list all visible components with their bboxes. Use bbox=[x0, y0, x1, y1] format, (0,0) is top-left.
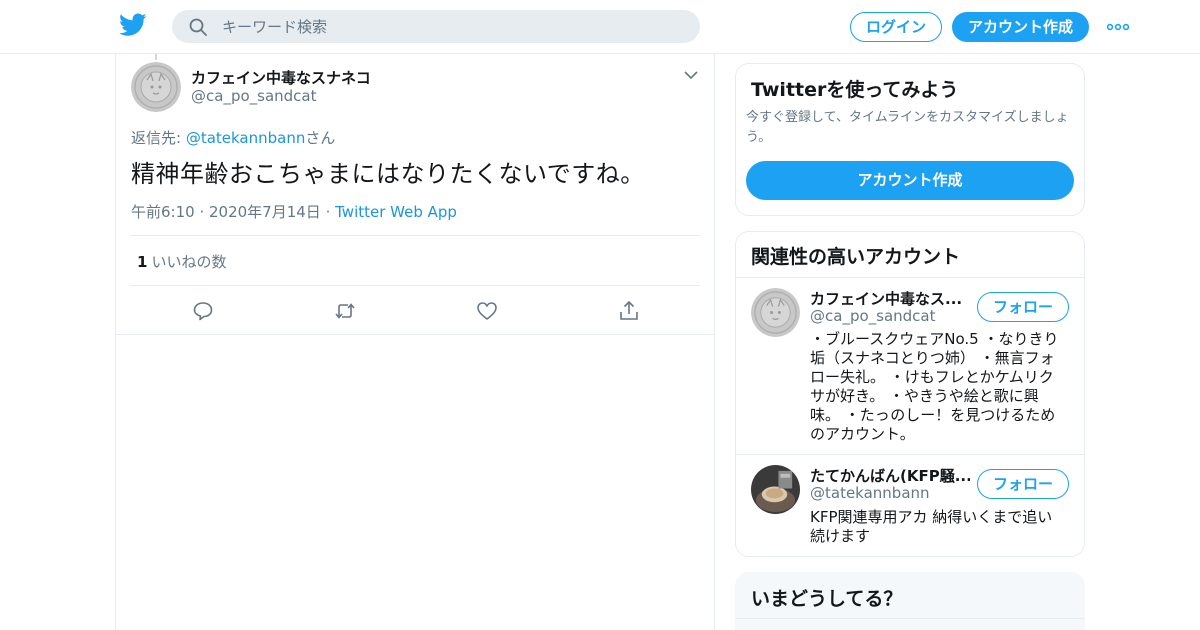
follow-button[interactable]: フォロー bbox=[977, 469, 1069, 499]
tweet-date[interactable]: 2020年7月14日 bbox=[209, 203, 321, 221]
top-navigation-bar: ログイン アカウント作成 bbox=[0, 0, 1200, 54]
more-dots-icon[interactable] bbox=[1107, 22, 1129, 32]
retweet-icon[interactable] bbox=[333, 299, 357, 323]
divider bbox=[130, 285, 700, 286]
signup-prompt-card: Twitterを使ってみよう 今すぐ登録して、タイムラインをカスタマイズしましょ… bbox=[735, 63, 1085, 216]
whats-happening-title: いまどうしてる？ bbox=[751, 588, 903, 610]
related-account-bio: ・ブルースクウェアNo.5 ・なりきり垢（スナネコとりつ姉） ・無言フォロー失礼… bbox=[810, 330, 1059, 443]
reply-prefix: 返信先: bbox=[131, 129, 186, 147]
divider bbox=[116, 334, 714, 335]
like-icon[interactable] bbox=[475, 299, 499, 323]
tweet-author-handle[interactable]: @ca_po_sandcat bbox=[191, 87, 317, 105]
share-icon[interactable] bbox=[617, 299, 641, 323]
like-count: 1 bbox=[137, 253, 148, 271]
divider bbox=[736, 618, 1084, 619]
tweet-source-link[interactable]: Twitter Web App bbox=[335, 203, 457, 221]
signup-card-title: Twitterを使ってみよう bbox=[751, 79, 959, 101]
like-count-stat[interactable]: 1 いいねの数 bbox=[137, 251, 226, 272]
whats-happening-card: いまどうしてる？ bbox=[735, 572, 1085, 630]
login-button[interactable]: ログイン bbox=[850, 12, 942, 42]
reply-icon[interactable] bbox=[191, 299, 215, 323]
twitter-bird-logo-icon[interactable] bbox=[119, 13, 147, 37]
related-account-avatar[interactable] bbox=[751, 465, 800, 514]
thread-connector-line bbox=[155, 54, 157, 60]
tweet-author-name[interactable]: カフェイン中毒なスナネコ bbox=[191, 67, 371, 88]
reply-suffix: さん bbox=[305, 129, 336, 147]
signup-button[interactable]: アカウント作成 bbox=[952, 12, 1089, 42]
tweet-text: 精神年齢おこちゃまにはなりたくないですね。 bbox=[131, 160, 645, 188]
related-accounts-title: 関連性の高いアカウント bbox=[751, 246, 961, 268]
tweet-detail-column: カフェイン中毒なスナネコ @ca_po_sandcat 返信先: @tateka… bbox=[115, 54, 715, 630]
search-icon bbox=[189, 18, 207, 36]
divider bbox=[736, 454, 1084, 455]
search-input[interactable] bbox=[222, 10, 682, 43]
tweet-metadata: 午前6:10 · 2020年7月14日 · Twitter Web App bbox=[131, 203, 457, 221]
chevron-down-icon[interactable] bbox=[684, 70, 698, 80]
signup-card-button[interactable]: アカウント作成 bbox=[746, 161, 1074, 200]
divider bbox=[736, 277, 1084, 278]
tweet-author-avatar[interactable] bbox=[131, 62, 181, 112]
like-count-label: いいねの数 bbox=[151, 253, 227, 271]
related-account-name[interactable]: カフェイン中毒なス... bbox=[810, 288, 970, 309]
divider bbox=[130, 235, 700, 236]
related-accounts-card: 関連性の高いアカウント カフェイン中毒なス... @ca_po_sandcat … bbox=[735, 231, 1085, 557]
sandcat-avatar-image bbox=[751, 288, 800, 337]
sandcat-avatar-image bbox=[131, 62, 181, 112]
tweet-time[interactable]: 午前6:10 bbox=[131, 203, 195, 221]
follow-button[interactable]: フォロー bbox=[977, 292, 1069, 322]
search-box[interactable] bbox=[172, 10, 700, 43]
related-account-handle[interactable]: @tatekannbann bbox=[810, 484, 930, 502]
related-account-bio: KFP関連専用アカ 納得いくまで追い続けます bbox=[810, 508, 1053, 545]
related-account-handle[interactable]: @ca_po_sandcat bbox=[810, 307, 936, 325]
coffee-cup-avatar-image bbox=[751, 465, 800, 514]
related-account-name[interactable]: たてかんばん(KFP騒... bbox=[810, 465, 970, 486]
reply-to-line: 返信先: @tatekannbannさん bbox=[131, 127, 335, 148]
reply-mention-link[interactable]: @tatekannbann bbox=[186, 129, 306, 147]
signup-card-description: 今すぐ登録して、タイムラインをカスタマイズしましょう。 bbox=[746, 110, 1069, 145]
related-account-avatar[interactable] bbox=[751, 288, 800, 337]
